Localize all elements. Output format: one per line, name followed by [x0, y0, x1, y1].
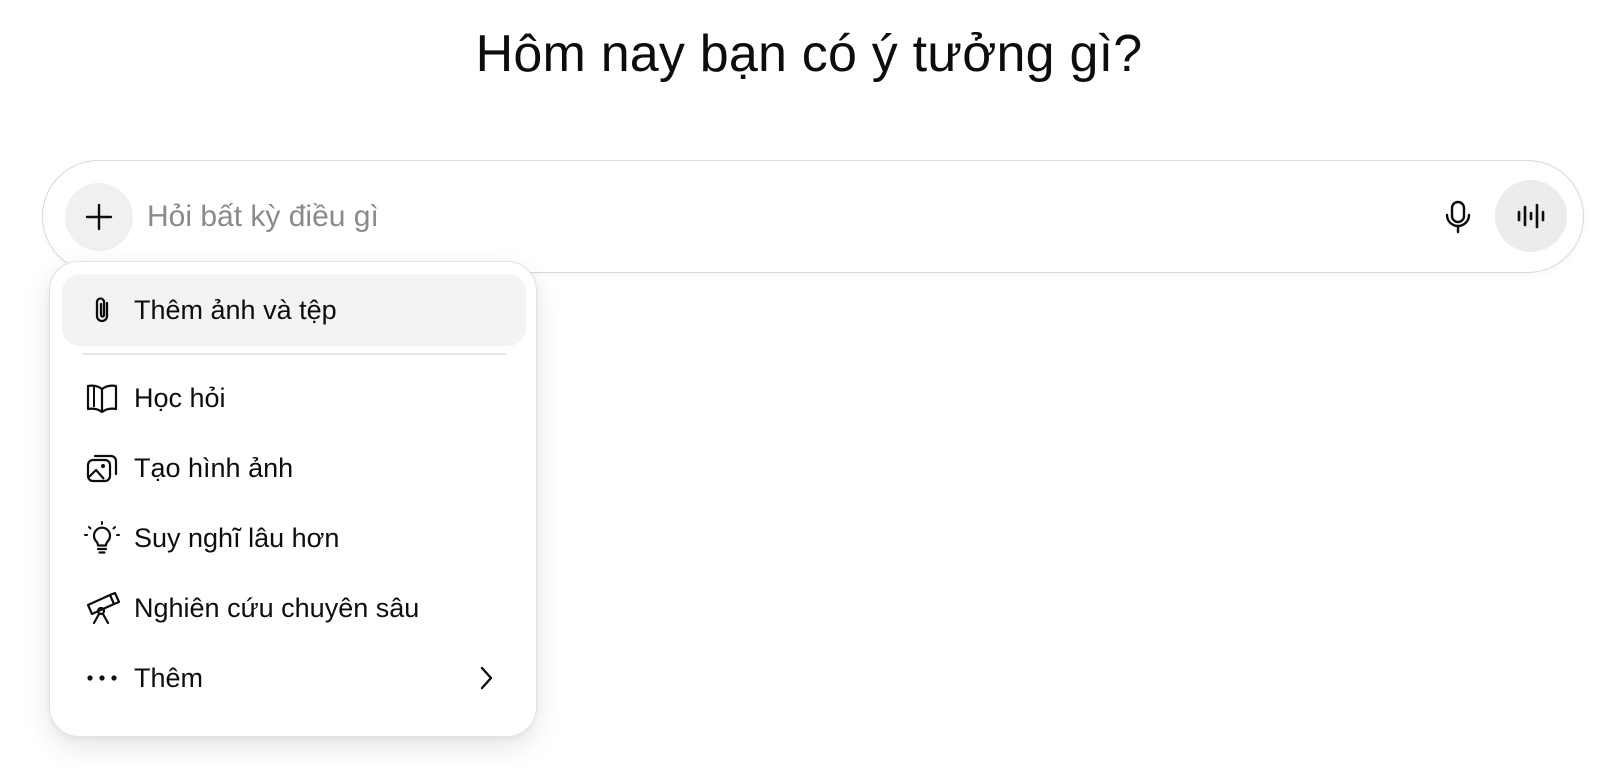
menu-item-add-photos-files[interactable]: Thêm ảnh và tệp [62, 274, 526, 346]
menu-item-think-longer[interactable]: Suy nghĩ lâu hơn [62, 502, 526, 574]
attachment-menu: Thêm ảnh và tệp Học hỏi Tạo hình ảnh Suy… [49, 261, 537, 737]
plus-icon [84, 202, 114, 232]
lightbulb-icon [84, 520, 120, 556]
chevron-right-icon [468, 660, 504, 696]
menu-divider [82, 353, 506, 355]
menu-item-label: Học hỏi [134, 382, 226, 413]
dictate-button[interactable] [1431, 190, 1485, 244]
menu-item-label: Suy nghĩ lâu hơn [134, 522, 340, 553]
add-attachment-button[interactable] [65, 183, 133, 251]
image-stack-icon [84, 450, 120, 486]
menu-item-label: Nghiên cứu chuyên sâu [134, 592, 420, 623]
voice-waveform-icon [1515, 201, 1547, 231]
chat-home-page: Hôm nay bạn có ý tưởng gì? Hỏi bất kỳ đi… [0, 0, 1618, 768]
microphone-icon [1443, 200, 1473, 234]
menu-item-label: Thêm ảnh và tệp [134, 294, 337, 325]
menu-item-learn[interactable]: Học hỏi [62, 362, 526, 434]
menu-item-create-image[interactable]: Tạo hình ảnh [62, 432, 526, 504]
voice-mode-button[interactable] [1495, 180, 1567, 252]
prompt-composer [42, 160, 1584, 273]
menu-item-deep-research[interactable]: Nghiên cứu chuyên sâu [62, 572, 526, 644]
open-book-icon [84, 380, 120, 416]
more-dots-icon [84, 660, 120, 696]
menu-item-label: Tạo hình ảnh [134, 452, 294, 483]
telescope-icon [84, 590, 120, 626]
menu-item-label: Thêm [134, 662, 204, 693]
page-title: Hôm nay bạn có ý tưởng gì? [475, 25, 1143, 83]
menu-item-more[interactable]: Thêm [62, 642, 526, 714]
prompt-input[interactable] [147, 187, 1347, 247]
paperclip-icon [84, 292, 120, 328]
